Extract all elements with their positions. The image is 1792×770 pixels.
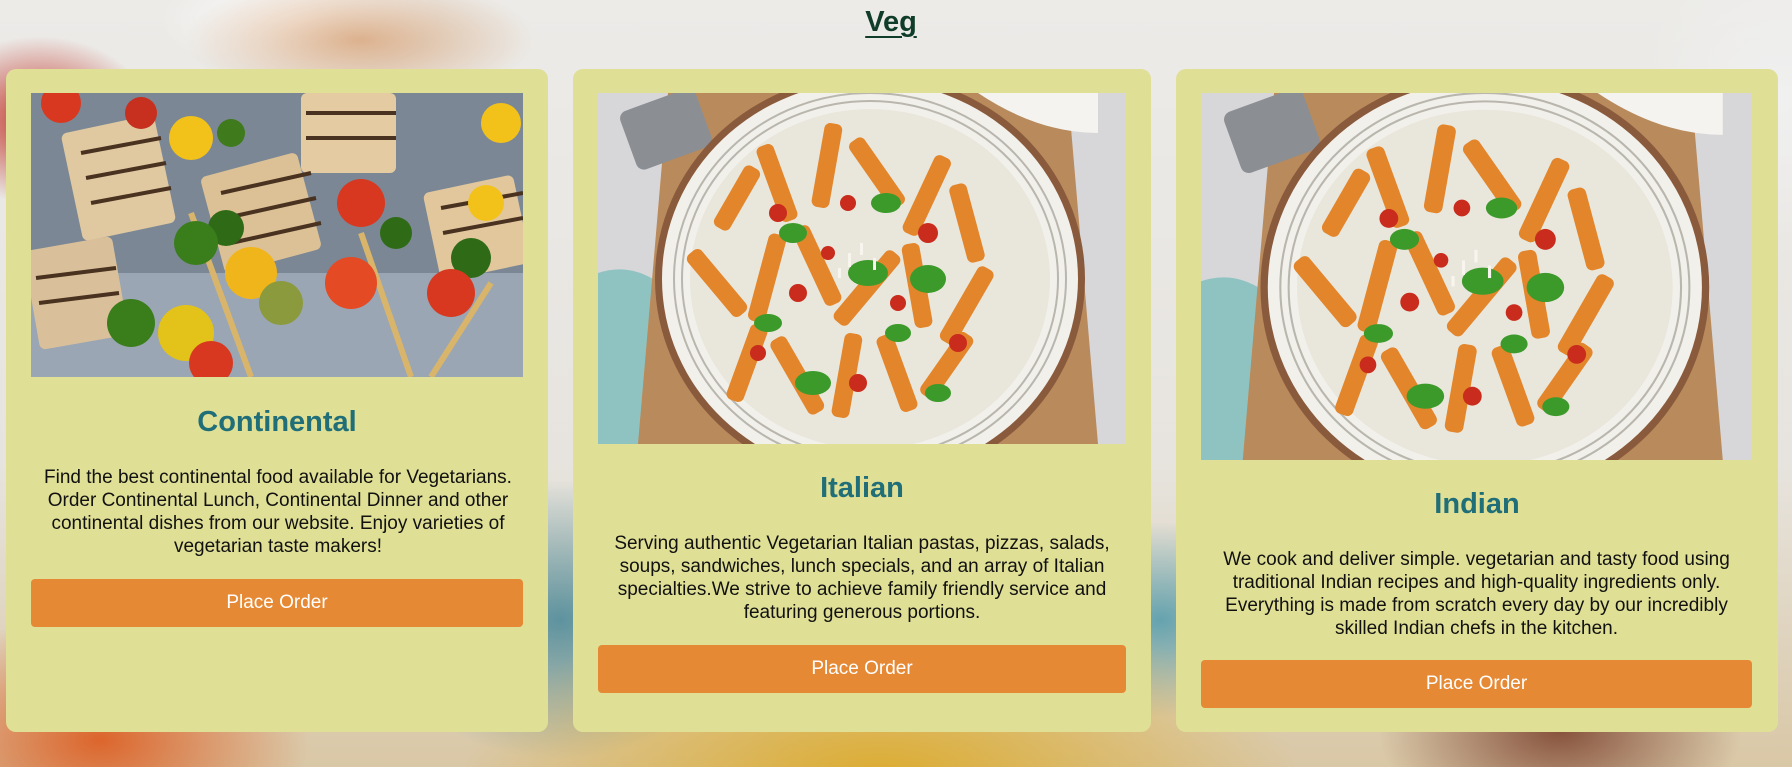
card-title: Indian — [1434, 488, 1520, 520]
card-title: Italian — [820, 472, 904, 504]
pasta-illustration — [1201, 93, 1752, 460]
page-title: Veg — [865, 6, 917, 38]
skewers-illustration — [31, 93, 523, 377]
card-description: Find the best continental food available… — [44, 467, 512, 557]
place-order-button[interactable]: Place Order — [598, 645, 1126, 693]
card-title: Continental — [197, 406, 357, 438]
menu-card-indian: Indian We cook and deliver simple. veget… — [1176, 69, 1778, 732]
menu-card-italian: Italian Serving authentic Vegetarian Ita… — [573, 69, 1151, 732]
pasta-illustration — [598, 93, 1126, 444]
menu-card-continental: Continental Find the best continental fo… — [6, 69, 548, 732]
place-order-button[interactable]: Place Order — [1201, 660, 1752, 708]
card-description: Serving authentic Vegetarian Italian pas… — [614, 533, 1110, 623]
place-order-button[interactable]: Place Order — [31, 579, 523, 627]
card-description: We cook and deliver simple. vegetarian a… — [1223, 549, 1730, 639]
card-image-skewers — [31, 93, 523, 377]
card-image-pasta — [1201, 93, 1752, 460]
card-image-pasta — [598, 93, 1126, 444]
